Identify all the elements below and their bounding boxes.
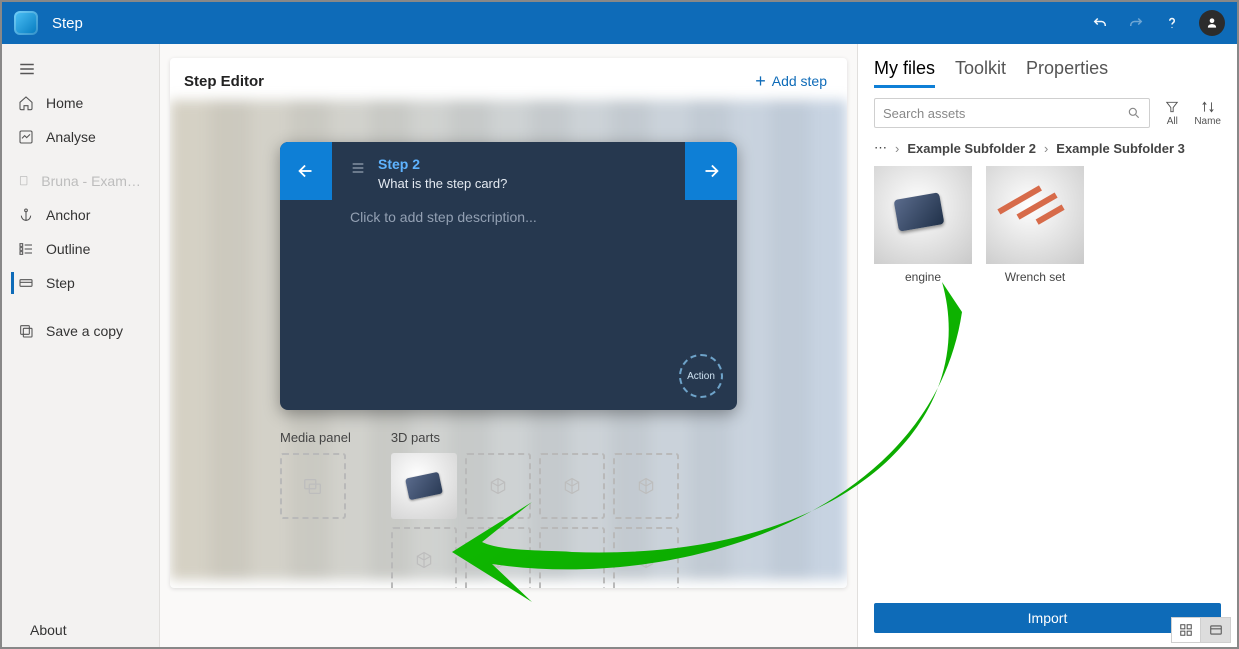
help-icon[interactable] <box>1163 14 1181 32</box>
list-icon <box>350 160 366 176</box>
sidebar-item-label: Outline <box>46 241 90 257</box>
tab-properties[interactable]: Properties <box>1026 58 1108 88</box>
media-panel: Media panel <box>280 430 351 588</box>
media-slot[interactable] <box>280 453 346 519</box>
breadcrumb[interactable]: ⋯ › Example Subfolder 2 › Example Subfol… <box>858 134 1237 166</box>
add-step-button[interactable]: + Add step <box>755 72 827 90</box>
parts-panel-label: 3D parts <box>391 430 691 445</box>
sidebar-item-guide[interactable]: Bruna - Example Gui… <box>2 164 159 198</box>
parts-panel: 3D parts <box>391 430 691 588</box>
part-slot[interactable] <box>539 527 605 588</box>
savecopy-icon <box>18 323 34 339</box>
part-slot[interactable] <box>613 527 679 588</box>
part-slot-filled[interactable] <box>391 453 457 519</box>
breadcrumb-item[interactable]: Example Subfolder 2 <box>907 141 1036 156</box>
titlebar: Step <box>2 2 1237 44</box>
step-description-placeholder[interactable]: Click to add step description... <box>350 209 667 225</box>
sidebar-item-home[interactable]: Home <box>2 86 159 120</box>
step-preview: Step 2 What is the step card? Click to a… <box>170 100 847 580</box>
step-title: Step 2 <box>378 156 507 172</box>
breadcrumb-ellipsis[interactable]: ⋯ <box>874 140 887 156</box>
assets-grid: engine Wrench set <box>858 166 1237 284</box>
grid-view-button[interactable] <box>1171 617 1201 643</box>
right-panel: My files Toolkit Properties Search asset… <box>857 44 1237 647</box>
redo-icon[interactable] <box>1127 14 1145 32</box>
sort-button[interactable]: Name <box>1194 100 1221 127</box>
asset-label: Wrench set <box>1005 270 1065 284</box>
next-step-button[interactable] <box>685 142 737 200</box>
analyse-icon <box>18 129 34 145</box>
undo-icon[interactable] <box>1091 14 1109 32</box>
filter-button[interactable]: All <box>1164 100 1180 127</box>
sidebar: Home Analyse Bruna - Example Gui… Anchor… <box>2 44 160 647</box>
asset-thumb <box>986 166 1084 264</box>
import-button[interactable]: Import <box>874 603 1221 633</box>
anchor-icon <box>18 207 34 223</box>
sidebar-item-label: About <box>30 622 67 638</box>
step-editor-card: Step Editor + Add step <box>170 58 847 588</box>
search-icon <box>1127 106 1141 120</box>
part-slot[interactable] <box>465 527 531 588</box>
step-subtitle: What is the step card? <box>378 176 507 191</box>
part-slot[interactable] <box>465 453 531 519</box>
sort-icon <box>1200 100 1216 114</box>
breadcrumb-item[interactable]: Example Subfolder 3 <box>1056 141 1185 156</box>
sidebar-item-label: Step <box>46 275 75 291</box>
card-view-button[interactable] <box>1201 617 1231 643</box>
tab-my-files[interactable]: My files <box>874 58 935 88</box>
step-icon <box>18 275 34 291</box>
outline-icon <box>18 241 34 257</box>
asset-item-wrench-set[interactable]: Wrench set <box>986 166 1084 284</box>
asset-item-engine[interactable]: engine <box>874 166 972 284</box>
sidebar-item-analyse[interactable]: Analyse <box>2 120 159 154</box>
add-step-label: Add step <box>772 73 827 89</box>
sidebar-item-about[interactable]: About <box>2 613 159 647</box>
document-icon <box>18 173 29 189</box>
tab-toolkit[interactable]: Toolkit <box>955 58 1006 88</box>
filter-icon <box>1164 100 1180 114</box>
sidebar-item-label: Anchor <box>46 207 90 223</box>
sidebar-item-label: Save a copy <box>46 323 123 339</box>
part-slot[interactable] <box>539 453 605 519</box>
media-panel-label: Media panel <box>280 430 351 445</box>
prev-step-button[interactable] <box>280 142 332 200</box>
app-logo-icon <box>14 11 38 35</box>
sidebar-item-label: Home <box>46 95 83 111</box>
plus-icon: + <box>755 72 766 90</box>
app-window: Step Home Analyse Bruna - Ex <box>0 0 1239 649</box>
view-toggles <box>1171 617 1231 643</box>
sidebar-item-save-copy[interactable]: Save a copy <box>2 314 159 348</box>
asset-thumb <box>874 166 972 264</box>
hamburger-icon[interactable] <box>2 52 159 86</box>
search-placeholder: Search assets <box>883 106 1127 121</box>
app-title: Step <box>52 15 1091 32</box>
home-icon <box>18 95 34 111</box>
search-input[interactable]: Search assets <box>874 98 1150 128</box>
part-slot[interactable] <box>613 453 679 519</box>
step-card[interactable]: Step 2 What is the step card? Click to a… <box>280 142 737 410</box>
part-slot[interactable] <box>391 527 457 588</box>
sidebar-item-label: Analyse <box>46 129 96 145</box>
editor-title: Step Editor <box>184 73 755 90</box>
sidebar-item-outline[interactable]: Outline <box>2 232 159 266</box>
action-chip[interactable]: Action <box>679 354 723 398</box>
sidebar-item-step[interactable]: Step <box>2 266 159 300</box>
user-avatar[interactable] <box>1199 10 1225 36</box>
sidebar-item-label: Bruna - Example Gui… <box>41 173 143 189</box>
asset-label: engine <box>905 270 941 284</box>
rightpanel-tabs: My files Toolkit Properties <box>858 52 1237 88</box>
sidebar-item-anchor[interactable]: Anchor <box>2 198 159 232</box>
